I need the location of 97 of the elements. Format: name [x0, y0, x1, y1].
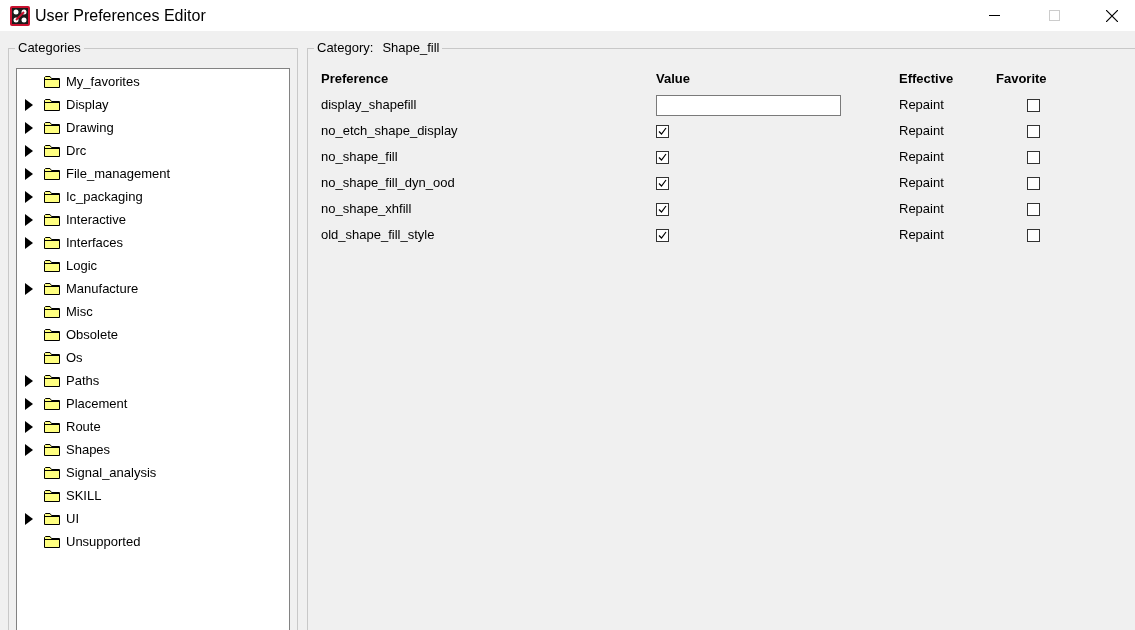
tree-item[interactable]: Drc — [66, 140, 87, 161]
tree-item[interactable]: Drawing — [66, 117, 114, 138]
expand-arrow-icon[interactable] — [25, 443, 33, 456]
favorite-checkbox[interactable] — [1027, 150, 1040, 164]
favorite-checkbox[interactable] — [1027, 98, 1040, 112]
folder-icon — [44, 489, 60, 502]
folder-icon — [44, 351, 60, 364]
expand-arrow-icon[interactable] — [25, 397, 33, 410]
tree-item[interactable]: Logic — [66, 255, 98, 276]
tree-item[interactable]: Os — [66, 347, 83, 368]
folder-icon — [44, 397, 60, 410]
tree-item[interactable]: Signal_analysis — [66, 462, 157, 483]
tree-item[interactable]: Obsolete — [66, 324, 119, 345]
value-field[interactable] — [656, 94, 841, 116]
tree-item[interactable]: Manufacture — [66, 278, 139, 299]
tree-item[interactable]: Paths — [66, 370, 100, 391]
preference-name: no_shape_xhfill — [321, 201, 412, 217]
folder-icon — [44, 167, 60, 180]
preference-name: display_shapefill — [321, 97, 417, 113]
tree-item[interactable]: Ic_packaging — [66, 186, 143, 207]
effective-text: Repaint — [899, 201, 944, 217]
value-checkbox[interactable] — [656, 150, 669, 164]
preference-name: no_shape_fill_dyn_ood — [321, 175, 455, 191]
folder-icon — [44, 305, 60, 318]
column-header: Favorite — [996, 71, 1047, 87]
effective-text: Repaint — [899, 97, 944, 113]
expand-arrow-icon[interactable] — [25, 144, 33, 157]
check-icon — [658, 230, 667, 240]
tree-item[interactable]: Route — [66, 416, 101, 437]
expand-arrow-icon[interactable] — [25, 121, 33, 134]
folder-icon — [44, 259, 60, 272]
close-icon — [1106, 9, 1118, 22]
tree-item[interactable]: Shapes — [66, 439, 111, 460]
group-title: Categories — [15, 40, 84, 56]
expand-arrow-icon[interactable] — [25, 374, 33, 387]
favorite-checkbox[interactable] — [1027, 202, 1040, 216]
folder-icon — [44, 236, 60, 249]
check-icon — [658, 178, 667, 188]
check-icon — [658, 152, 667, 162]
expand-arrow-icon[interactable] — [25, 98, 33, 111]
folder-icon — [44, 535, 60, 548]
effective-text: Repaint — [899, 227, 944, 243]
category-tree[interactable]: My_favorites Display Drawing Drc File_management Ic_packaging Interactive Interfaces Logic Manufacture Misc Obsolete Os Paths Placement Route Shapes Signal_analysis SKILL UI Unsupported — [16, 68, 290, 630]
expand-arrow-icon[interactable] — [25, 190, 33, 203]
favorite-checkbox[interactable] — [1027, 228, 1040, 242]
folder-icon — [44, 75, 60, 88]
preference-name: no_shape_fill — [321, 149, 398, 165]
preference-name: no_etch_shape_display — [321, 123, 458, 139]
column-header: Effective — [899, 71, 954, 87]
value-checkbox[interactable] — [656, 124, 669, 138]
window-title: User Preferences Editor — [35, 5, 206, 26]
folder-icon — [44, 282, 60, 295]
effective-text: Repaint — [899, 175, 944, 191]
expand-arrow-icon[interactable] — [25, 236, 33, 249]
value-checkbox[interactable] — [656, 202, 669, 216]
folder-icon — [44, 98, 60, 111]
folder-icon — [44, 420, 60, 433]
expand-arrow-icon[interactable] — [25, 512, 33, 525]
expand-arrow-icon[interactable] — [25, 167, 33, 180]
folder-icon — [44, 374, 60, 387]
value-checkbox[interactable] — [656, 228, 669, 242]
column-header: Preference — [321, 71, 389, 87]
column-header: Value — [656, 71, 690, 87]
folder-icon — [44, 466, 60, 479]
folder-icon — [44, 190, 60, 203]
tree-item[interactable]: UI — [66, 508, 79, 529]
app-logo-icon — [10, 5, 30, 26]
tree-item[interactable]: Interfaces — [66, 232, 124, 253]
category-label: Category: — [317, 40, 374, 56]
tree-item[interactable]: File_management — [66, 163, 171, 184]
minimize-icon — [988, 15, 1000, 16]
folder-icon — [44, 328, 60, 341]
tree-item[interactable]: Misc — [66, 301, 93, 322]
folder-icon — [44, 443, 60, 456]
expand-arrow-icon[interactable] — [25, 282, 33, 295]
tree-item[interactable]: Placement — [66, 393, 128, 414]
effective-text: Repaint — [899, 123, 944, 139]
folder-icon — [44, 512, 60, 525]
folder-icon — [44, 213, 60, 226]
folder-icon — [44, 144, 60, 157]
expand-arrow-icon[interactable] — [25, 213, 33, 226]
tree-item[interactable]: Unsupported — [66, 531, 141, 552]
tree-item[interactable]: My_favorites — [66, 71, 140, 92]
category-name: Shape_fill — [382, 40, 440, 56]
maximize-icon — [1048, 10, 1060, 21]
tree-item[interactable]: Display — [66, 94, 109, 115]
effective-text: Repaint — [899, 149, 944, 165]
favorite-checkbox[interactable] — [1027, 176, 1040, 190]
tree-item[interactable]: SKILL — [66, 485, 102, 506]
check-icon — [658, 126, 667, 136]
expand-arrow-icon[interactable] — [25, 420, 33, 433]
folder-icon — [44, 121, 60, 134]
tree-item[interactable]: Interactive — [66, 209, 126, 230]
preference-name: old_shape_fill_style — [321, 227, 435, 243]
check-icon — [658, 204, 667, 214]
favorite-checkbox[interactable] — [1027, 124, 1040, 138]
value-checkbox[interactable] — [656, 176, 669, 190]
